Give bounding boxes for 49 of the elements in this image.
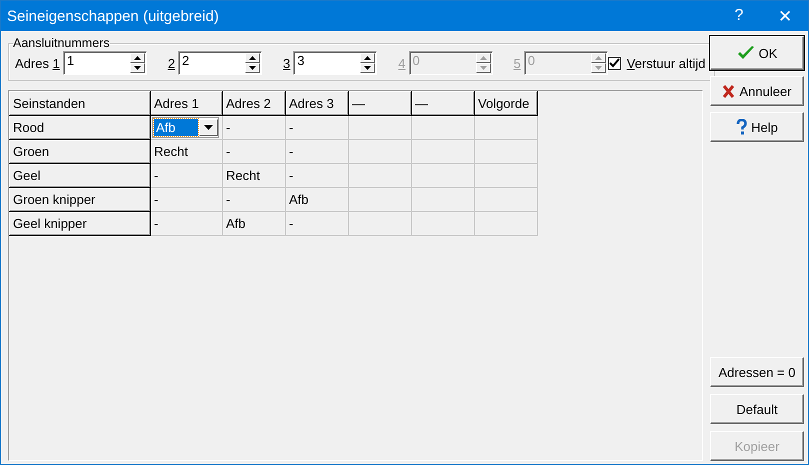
spin-field[interactable]: 1 — [62, 51, 147, 75]
column-header: — — [348, 92, 412, 116]
help-button[interactable]: ? — [716, 1, 762, 31]
checkbox[interactable] — [608, 56, 621, 70]
table-cell[interactable]: - — [222, 140, 286, 164]
column-header: Adres 3 — [286, 92, 348, 116]
check-icon — [736, 45, 755, 61]
spin-field[interactable]: 3 — [293, 51, 378, 75]
field-label: 2 — [168, 56, 176, 70]
table-cell[interactable]: - — [150, 164, 222, 188]
row-header: Geel knipper — [10, 212, 150, 236]
table-cell[interactable]: - — [286, 140, 348, 164]
close-button[interactable]: ✕ — [762, 1, 808, 31]
field-label: 4 — [398, 56, 406, 70]
spin-field[interactable]: 2 — [178, 51, 262, 75]
checkbox-label[interactable]: Verstuur altijd — [626, 56, 706, 70]
action-button[interactable]: Default — [710, 394, 804, 424]
table-cell[interactable]: - — [286, 164, 348, 188]
table-cell[interactable]: - — [286, 116, 348, 140]
row-header: Groen — [10, 140, 150, 164]
window-title: Seineigenschappen (uitgebreid) — [7, 8, 220, 24]
table-cell[interactable]: - — [222, 116, 286, 140]
table-cell[interactable]: - — [222, 188, 286, 212]
group-title: Aansluitnummers — [13, 36, 110, 50]
column-header: Seinstanden — [10, 92, 150, 116]
column-header: Adres 2 — [222, 92, 286, 116]
table-cell[interactable]: - — [150, 188, 222, 212]
table-cell[interactable]: - — [150, 212, 222, 236]
dropdown[interactable]: Afb — [152, 117, 219, 138]
cancel-button[interactable]: Annuleer — [710, 76, 804, 106]
cross-icon — [722, 84, 736, 98]
row-header: Groen knipper — [10, 188, 150, 212]
ok-button[interactable]: OK — [710, 36, 804, 70]
question-icon — [736, 119, 748, 135]
column-header: Volgorde — [474, 92, 538, 116]
table-cell[interactable]: - — [286, 212, 348, 236]
table-cell[interactable]: Recht — [222, 164, 286, 188]
field-label: Adres 1 — [15, 56, 60, 70]
field-label: 5 — [514, 56, 521, 70]
table-cell[interactable]: Afb — [222, 212, 286, 236]
column-header: — — [412, 92, 474, 116]
table-cell[interactable]: Recht — [150, 140, 222, 164]
action-button[interactable]: Adressen = 0 — [710, 357, 804, 387]
field-label: 3 — [283, 56, 290, 70]
table-cell[interactable]: Afb — [286, 188, 348, 212]
row-header: Rood — [10, 116, 150, 140]
column-header: Adres 1 — [150, 92, 222, 116]
row-header: Geel — [10, 164, 150, 188]
help-button[interactable]: Help — [710, 112, 804, 142]
